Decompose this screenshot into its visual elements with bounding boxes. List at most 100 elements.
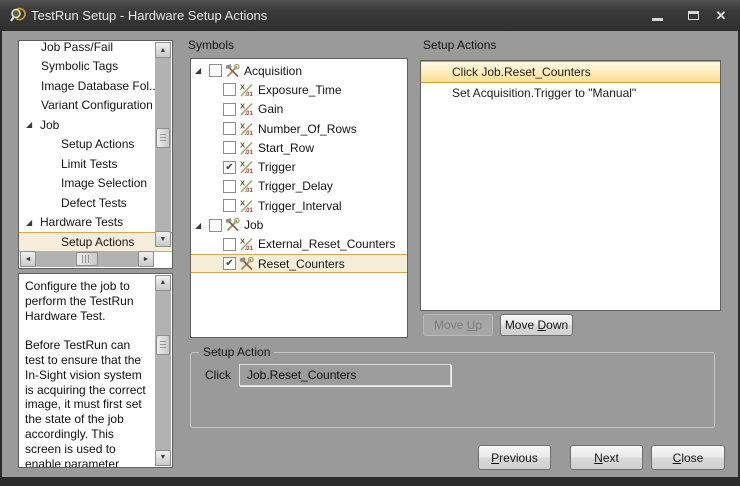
next-button[interactable]: Next [570, 445, 643, 470]
titlebar[interactable]: TestRun Setup - Hardware Setup Actions ✕ [0, 0, 740, 31]
sidebar-item[interactable]: Symbolic Tags [19, 57, 172, 77]
checkbox[interactable] [223, 83, 236, 96]
parameter-icon: X .01 [239, 83, 254, 97]
symbol-label: External_Reset_Counters [258, 237, 395, 251]
sidebar-item-selected[interactable]: Setup Actions [19, 232, 172, 252]
symbol-label: Reset_Counters [258, 257, 345, 271]
scroll-down-button[interactable]: ▼ [155, 231, 171, 247]
svg-text:X: X [240, 83, 245, 92]
checkbox[interactable] [209, 64, 222, 77]
symbol-row[interactable]: ◢ Job [191, 215, 407, 234]
symbol-row[interactable]: X .01 Number_Of_Rows [191, 119, 407, 138]
expander-icon[interactable]: ◢ [26, 118, 40, 131]
tools-icon [239, 257, 254, 271]
previous-button[interactable]: Previous [478, 445, 551, 470]
symbols-panel: ◢ Acquisition X .01 Exposure_Time X .01 … [190, 58, 408, 338]
setup-action-value-field[interactable]: Job.Reset_Counters [239, 364, 451, 386]
window-title: TestRun Setup - Hardware Setup Actions [31, 8, 267, 23]
checkbox[interactable] [223, 180, 236, 193]
sidebar-item-label: Limit Tests [61, 157, 117, 171]
checkbox[interactable]: ✔ [223, 161, 236, 174]
symbol-row[interactable]: X .01 Start_Row [191, 138, 407, 157]
sidebar-item[interactable]: ◢Job [19, 115, 172, 135]
svg-text:.01: .01 [245, 150, 254, 155]
symbols-label: Symbols [188, 38, 234, 52]
tools-icon [225, 218, 240, 232]
sidebar-item-label: Symbolic Tags [41, 59, 118, 73]
sidebar-item-label: Variant Configuration [41, 98, 153, 112]
setup-action-row[interactable]: Set Acquisition.Trigger to "Manual" [421, 83, 720, 104]
svg-text:X: X [240, 160, 245, 169]
svg-text:.01: .01 [245, 92, 254, 97]
scrollbar-thumb[interactable] [156, 128, 170, 148]
button-label: Move [505, 318, 538, 332]
symbols-tree: ◢ Acquisition X .01 Exposure_Time X .01 … [191, 59, 407, 273]
checkbox[interactable] [223, 238, 236, 251]
dialog-body: Job Pass/Fail Symbolic Tags Image Database… [2, 31, 738, 477]
setup-actions-list: Click Job.Reset_CountersSet Acquisition.… [420, 60, 721, 311]
svg-text:.01: .01 [245, 111, 254, 116]
symbol-row[interactable]: X .01 Exposure_Time [191, 80, 407, 99]
symbol-row[interactable]: X .01 Trigger_Delay [191, 177, 407, 196]
scroll-down-button[interactable]: ▼ [155, 450, 171, 466]
checkbox[interactable] [223, 103, 236, 116]
description-scrollbar[interactable]: ▲ ▼ [155, 275, 171, 466]
sidebar-item-label: Job [40, 118, 59, 132]
button-label: P [491, 451, 499, 465]
button-label: own [546, 318, 568, 332]
move-down-button[interactable]: Move Down [500, 314, 573, 336]
symbol-row[interactable]: X .01 Trigger_Interval [191, 196, 407, 215]
sidebar-item[interactable]: Image Selection [19, 174, 172, 194]
sidebar-item[interactable]: Image Database Fol... [19, 76, 172, 96]
sidebar-item[interactable]: Setup Actions [19, 135, 172, 155]
symbol-row[interactable]: ✔ X .01 Trigger [191, 157, 407, 176]
sidebar-item[interactable]: Job Pass/Fail [19, 40, 172, 57]
scroll-up-button[interactable]: ▲ [155, 275, 171, 291]
description-box: Configure the job to perform the TestRun… [18, 273, 173, 468]
checkbox[interactable] [209, 219, 222, 232]
svg-text:.01: .01 [245, 169, 254, 174]
symbol-row[interactable]: X .01 External_Reset_Counters [191, 235, 407, 254]
nav-vertical-scrollbar[interactable]: ▲ ▼ [155, 42, 171, 247]
expander-icon[interactable]: ◢ [26, 216, 40, 229]
nav-horizontal-scrollbar[interactable]: ◄ ► [20, 251, 154, 267]
symbol-row[interactable]: ◢ Acquisition [191, 61, 407, 80]
scroll-up-button[interactable]: ▲ [155, 42, 171, 58]
parameter-icon: X .01 [239, 199, 254, 213]
scrollbar-thumb[interactable] [156, 335, 170, 355]
expander-icon[interactable]: ◢ [195, 219, 209, 232]
parameter-icon: X .01 [239, 102, 254, 116]
symbol-row[interactable]: X .01 Gain [191, 100, 407, 119]
checkbox[interactable] [223, 199, 236, 212]
sidebar-item[interactable]: Defect Tests [19, 193, 172, 213]
setup-action-groupbox: Setup Action Click Job.Reset_Counters [190, 352, 715, 428]
symbol-label: Number_Of_Rows [258, 122, 357, 136]
sidebar-item-label: Setup Actions [61, 235, 134, 249]
svg-text:.01: .01 [245, 189, 254, 194]
sidebar-item[interactable]: Limit Tests [19, 154, 172, 174]
close-window-button[interactable]: ✕ [704, 0, 738, 31]
symbol-row[interactable]: ✔ Reset_Counters [191, 254, 407, 273]
sidebar-item-label: Image Database Fol... [41, 79, 159, 93]
symbol-label: Job [244, 218, 263, 232]
sidebar-item-label: Setup Actions [61, 137, 134, 151]
scroll-left-button[interactable]: ◄ [20, 251, 36, 267]
minimize-button[interactable] [640, 0, 674, 31]
parameter-icon: X .01 [239, 179, 254, 193]
symbol-label: Acquisition [244, 64, 302, 78]
scroll-right-button[interactable]: ► [138, 251, 154, 267]
symbol-label: Start_Row [258, 141, 314, 155]
parameter-icon: X .01 [239, 141, 254, 155]
checkbox[interactable] [223, 141, 236, 154]
sidebar-item[interactable]: ◢Hardware Tests [19, 213, 172, 233]
expander-icon[interactable]: ◢ [195, 64, 209, 77]
checkbox[interactable]: ✔ [223, 257, 236, 270]
close-button[interactable]: Close [651, 445, 725, 470]
setup-action-row-selected[interactable]: Click Job.Reset_Counters [421, 61, 720, 83]
scrollbar-thumb[interactable] [76, 252, 98, 266]
sidebar-item[interactable]: Variant Configuration [19, 96, 172, 116]
symbol-label: Trigger_Interval [258, 199, 342, 213]
move-up-button[interactable]: Move Up [423, 314, 493, 336]
nav-tree-panel: Job Pass/Fail Symbolic Tags Image Database… [18, 40, 173, 269]
checkbox[interactable] [223, 122, 236, 135]
